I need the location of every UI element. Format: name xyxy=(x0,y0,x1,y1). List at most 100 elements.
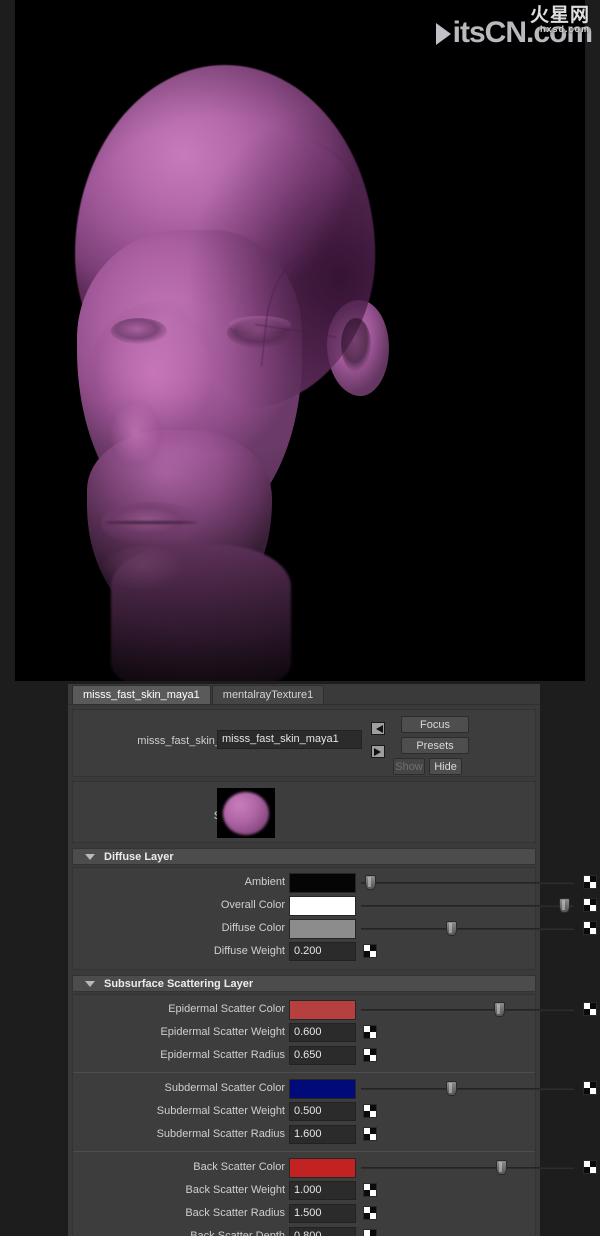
chevron-down-icon xyxy=(85,980,95,987)
map-checker-icon-subdermal-scatter-radius[interactable] xyxy=(363,1127,377,1141)
focus-button[interactable]: Focus xyxy=(401,716,469,733)
slider-handle[interactable] xyxy=(365,875,377,890)
slider-track xyxy=(361,905,574,907)
attr-row-back-scatter-color: Back Scatter Color xyxy=(73,1157,597,1180)
chevron-down-icon xyxy=(85,853,95,860)
number-input-back-scatter-radius[interactable]: 1.500 xyxy=(289,1204,356,1223)
number-input-subdermal-scatter-weight[interactable]: 0.500 xyxy=(289,1102,356,1121)
attr-row-back-scatter-depth: Back Scatter Depth 0.800 xyxy=(73,1226,535,1236)
section-title: Subsurface Scattering Layer xyxy=(104,977,254,990)
attr-label-back-scatter-color: Back Scatter Color xyxy=(193,1161,285,1173)
section-header-subsurface-scattering-layer[interactable]: Subsurface Scattering Layer xyxy=(72,975,536,992)
slider-track xyxy=(361,1167,574,1169)
attr-label-subdermal-scatter-weight: Subdermal Scatter Weight xyxy=(156,1105,285,1117)
map-checker-icon-epidermal-scatter-color[interactable] xyxy=(583,1002,597,1016)
sections-container: Diffuse Layer Ambient Overall Color Diffuse… xyxy=(68,848,597,1236)
node-name-input[interactable]: misss_fast_skin_maya1 xyxy=(217,730,362,749)
slider-back-scatter-color[interactable] xyxy=(361,1157,579,1178)
attr-row-diffuse-weight: Diffuse Weight 0.200 xyxy=(73,941,535,964)
attr-row-subdermal-scatter-color: Subdermal Scatter Color xyxy=(73,1078,597,1101)
section-title: Diffuse Layer xyxy=(104,850,174,863)
color-swatch-ambient[interactable] xyxy=(289,873,356,893)
color-swatch-epidermal-scatter-color[interactable] xyxy=(289,1000,356,1020)
attr-label-diffuse-color: Diffuse Color xyxy=(221,922,285,934)
slider-epidermal-scatter-color[interactable] xyxy=(361,999,579,1020)
slider-handle[interactable] xyxy=(558,898,570,913)
map-checker-icon-diffuse-color[interactable] xyxy=(583,921,597,935)
render-view[interactable] xyxy=(15,0,585,681)
section-body-diffuse-layer: Ambient Overall Color Diffuse Color Diffuse… xyxy=(72,867,597,970)
attribute-group: Ambient Overall Color Diffuse Color Diffuse… xyxy=(73,872,597,964)
slider-handle[interactable] xyxy=(445,921,457,936)
map-checker-icon-back-scatter-radius[interactable] xyxy=(363,1206,377,1220)
output-connection-icon[interactable] xyxy=(371,745,385,758)
attribute-group: Epidermal Scatter Color Epidermal Scatter… xyxy=(73,999,597,1068)
attribute-editor-panel: misss_fast_skin_maya1 mentalrayTexture1 … xyxy=(68,684,597,1236)
map-checker-icon-subdermal-scatter-weight[interactable] xyxy=(363,1104,377,1118)
number-input-diffuse-weight[interactable]: 0.200 xyxy=(289,942,356,961)
sample-row: Sample xyxy=(72,781,536,843)
sample-swatch[interactable] xyxy=(217,788,275,838)
slider-handle[interactable] xyxy=(496,1160,508,1175)
number-input-subdermal-scatter-radius[interactable]: 1.600 xyxy=(289,1125,356,1144)
hide-button[interactable]: Hide xyxy=(429,758,462,775)
number-input-epidermal-scatter-weight[interactable]: 0.600 xyxy=(289,1023,356,1042)
map-checker-icon-back-scatter-depth[interactable] xyxy=(363,1229,377,1236)
map-checker-icon-ambient[interactable] xyxy=(583,875,597,889)
section-body-subsurface-scattering-layer: Epidermal Scatter Color Epidermal Scatter… xyxy=(72,994,597,1236)
slider-track xyxy=(361,882,574,884)
input-connection-icon[interactable] xyxy=(371,722,385,735)
slider-track xyxy=(361,1009,574,1011)
slider-overall-color[interactable] xyxy=(361,895,579,916)
attr-label-diffuse-weight: Diffuse Weight xyxy=(213,945,285,957)
head-model-render xyxy=(15,0,585,681)
render-canvas xyxy=(15,0,585,681)
slider-track xyxy=(361,928,574,930)
attr-label-back-scatter-depth: Back Scatter Depth xyxy=(190,1230,285,1236)
number-input-back-scatter-weight[interactable]: 1.000 xyxy=(289,1181,356,1200)
section-header-diffuse-layer[interactable]: Diffuse Layer xyxy=(72,848,536,865)
attr-label-ambient: Ambient xyxy=(244,876,285,888)
color-swatch-overall-color[interactable] xyxy=(289,896,356,916)
attr-label-overall-color: Overall Color xyxy=(220,899,285,911)
slider-subdermal-scatter-color[interactable] xyxy=(361,1078,579,1099)
map-checker-icon-epidermal-scatter-weight[interactable] xyxy=(363,1025,377,1039)
attr-label-subdermal-scatter-color: Subdermal Scatter Color xyxy=(164,1082,285,1094)
attr-row-back-scatter-radius: Back Scatter Radius 1.500 xyxy=(73,1203,535,1226)
attr-label-back-scatter-radius: Back Scatter Radius xyxy=(185,1207,285,1219)
presets-button[interactable]: Presets xyxy=(401,737,469,754)
color-swatch-back-scatter-color[interactable] xyxy=(289,1158,356,1178)
color-swatch-diffuse-color[interactable] xyxy=(289,919,356,939)
number-input-epidermal-scatter-radius[interactable]: 0.650 xyxy=(289,1046,356,1065)
node-header-row: misss_fast_skin_maya: misss_fast_skin_ma… xyxy=(72,709,536,777)
map-checker-icon-back-scatter-weight[interactable] xyxy=(363,1183,377,1197)
show-button[interactable]: Show xyxy=(393,758,425,775)
slider-handle[interactable] xyxy=(445,1081,457,1096)
attr-row-ambient: Ambient xyxy=(73,872,597,895)
attr-row-back-scatter-weight: Back Scatter Weight 1.000 xyxy=(73,1180,535,1203)
sample-sphere-preview xyxy=(223,792,269,835)
attr-row-overall-color: Overall Color xyxy=(73,895,597,918)
tab-misss-fast-skin-maya1[interactable]: misss_fast_skin_maya1 xyxy=(72,685,211,704)
map-checker-icon-subdermal-scatter-color[interactable] xyxy=(583,1081,597,1095)
slider-handle[interactable] xyxy=(494,1002,506,1017)
map-checker-icon-epidermal-scatter-radius[interactable] xyxy=(363,1048,377,1062)
map-checker-icon-overall-color[interactable] xyxy=(583,898,597,912)
attribute-group: Subdermal Scatter Color Subdermal Scatter… xyxy=(73,1072,597,1147)
tab-mentalraytexture1[interactable]: mentalrayTexture1 xyxy=(211,685,325,704)
slider-diffuse-color[interactable] xyxy=(361,918,579,939)
attr-row-subdermal-scatter-radius: Subdermal Scatter Radius 1.600 xyxy=(73,1124,535,1147)
head-lips xyxy=(101,502,205,546)
number-input-back-scatter-depth[interactable]: 0.800 xyxy=(289,1227,356,1236)
attr-row-epidermal-scatter-weight: Epidermal Scatter Weight 0.600 xyxy=(73,1022,535,1045)
attr-row-diffuse-color: Diffuse Color xyxy=(73,918,597,941)
map-checker-icon-diffuse-weight[interactable] xyxy=(363,944,377,958)
map-checker-icon-back-scatter-color[interactable] xyxy=(583,1160,597,1174)
attr-label-epidermal-scatter-radius: Epidermal Scatter Radius xyxy=(160,1049,285,1061)
head-lip-line xyxy=(105,521,197,524)
color-swatch-subdermal-scatter-color[interactable] xyxy=(289,1079,356,1099)
head-shading-overlay xyxy=(75,65,375,410)
slider-track xyxy=(361,1088,574,1090)
attr-label-epidermal-scatter-color: Epidermal Scatter Color xyxy=(168,1003,285,1015)
slider-ambient[interactable] xyxy=(361,872,579,893)
